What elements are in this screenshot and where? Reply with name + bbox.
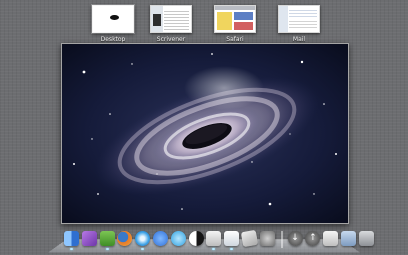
- thumb-editor-pane: [164, 9, 189, 30]
- space-label-desktop: Desktop: [100, 36, 126, 43]
- thumb-content-block: [234, 22, 253, 30]
- space-thumbnail-safari[interactable]: [214, 5, 256, 33]
- yin-yang-icon[interactable]: [188, 231, 204, 246]
- music-icon[interactable]: [170, 231, 186, 246]
- dock: ↓ ↑: [48, 225, 374, 255]
- scrivener-icon[interactable]: [206, 231, 222, 250]
- thumb-content-block: [217, 12, 232, 30]
- space-desktop[interactable]: Desktop: [91, 5, 135, 43]
- thumb-content-block: [234, 12, 253, 20]
- itunes-store-icon[interactable]: [81, 231, 97, 246]
- running-indicator: [212, 248, 216, 250]
- space-label-scrivener: Scrivener: [156, 36, 186, 43]
- space-safari[interactable]: Safari: [213, 5, 257, 43]
- running-indicator: [70, 248, 73, 250]
- space-label-mail: Mail: [292, 36, 306, 43]
- running-indicator: [105, 248, 109, 250]
- preview-icon[interactable]: [240, 229, 259, 248]
- trash-icon[interactable]: [358, 231, 374, 246]
- space-thumbnail-desktop[interactable]: [92, 5, 134, 33]
- document-icon[interactable]: [323, 231, 339, 246]
- thumb-mailbox-list: [279, 6, 288, 32]
- firefox-icon[interactable]: [117, 231, 133, 246]
- space-label-safari: Safari: [226, 36, 244, 43]
- folder-icon[interactable]: [340, 231, 356, 246]
- app-store-icon[interactable]: [152, 231, 168, 246]
- thumb-message-body: [289, 19, 317, 30]
- spaces-bar: Desktop Scrivener Safari Mail: [0, 0, 408, 44]
- space-thumbnail-mail[interactable]: [278, 5, 320, 33]
- running-indicator: [141, 248, 145, 250]
- system-preferences-icon[interactable]: [259, 231, 275, 246]
- thumb-toolbar: [215, 6, 255, 10]
- desktop-preview[interactable]: [61, 43, 349, 224]
- thumb-message-list: [289, 8, 317, 17]
- finder-icon[interactable]: [64, 231, 79, 250]
- safari-icon[interactable]: [135, 231, 151, 250]
- dock-icons: ↓ ↑: [64, 229, 377, 251]
- thumb-dark-block: [153, 14, 161, 26]
- running-indicator: [230, 248, 234, 250]
- dock-separator: [280, 231, 283, 248]
- mail-icon[interactable]: [224, 231, 240, 250]
- download-arrow-icon[interactable]: ↓: [287, 231, 303, 246]
- evernote-icon[interactable]: [99, 231, 115, 250]
- space-thumbnail-scrivener[interactable]: [150, 5, 192, 33]
- space-mail[interactable]: Mail: [277, 5, 321, 43]
- space-scrivener[interactable]: Scrivener: [149, 5, 193, 43]
- galaxy-wallpaper: [62, 44, 348, 223]
- upload-arrow-icon[interactable]: ↑: [305, 231, 321, 246]
